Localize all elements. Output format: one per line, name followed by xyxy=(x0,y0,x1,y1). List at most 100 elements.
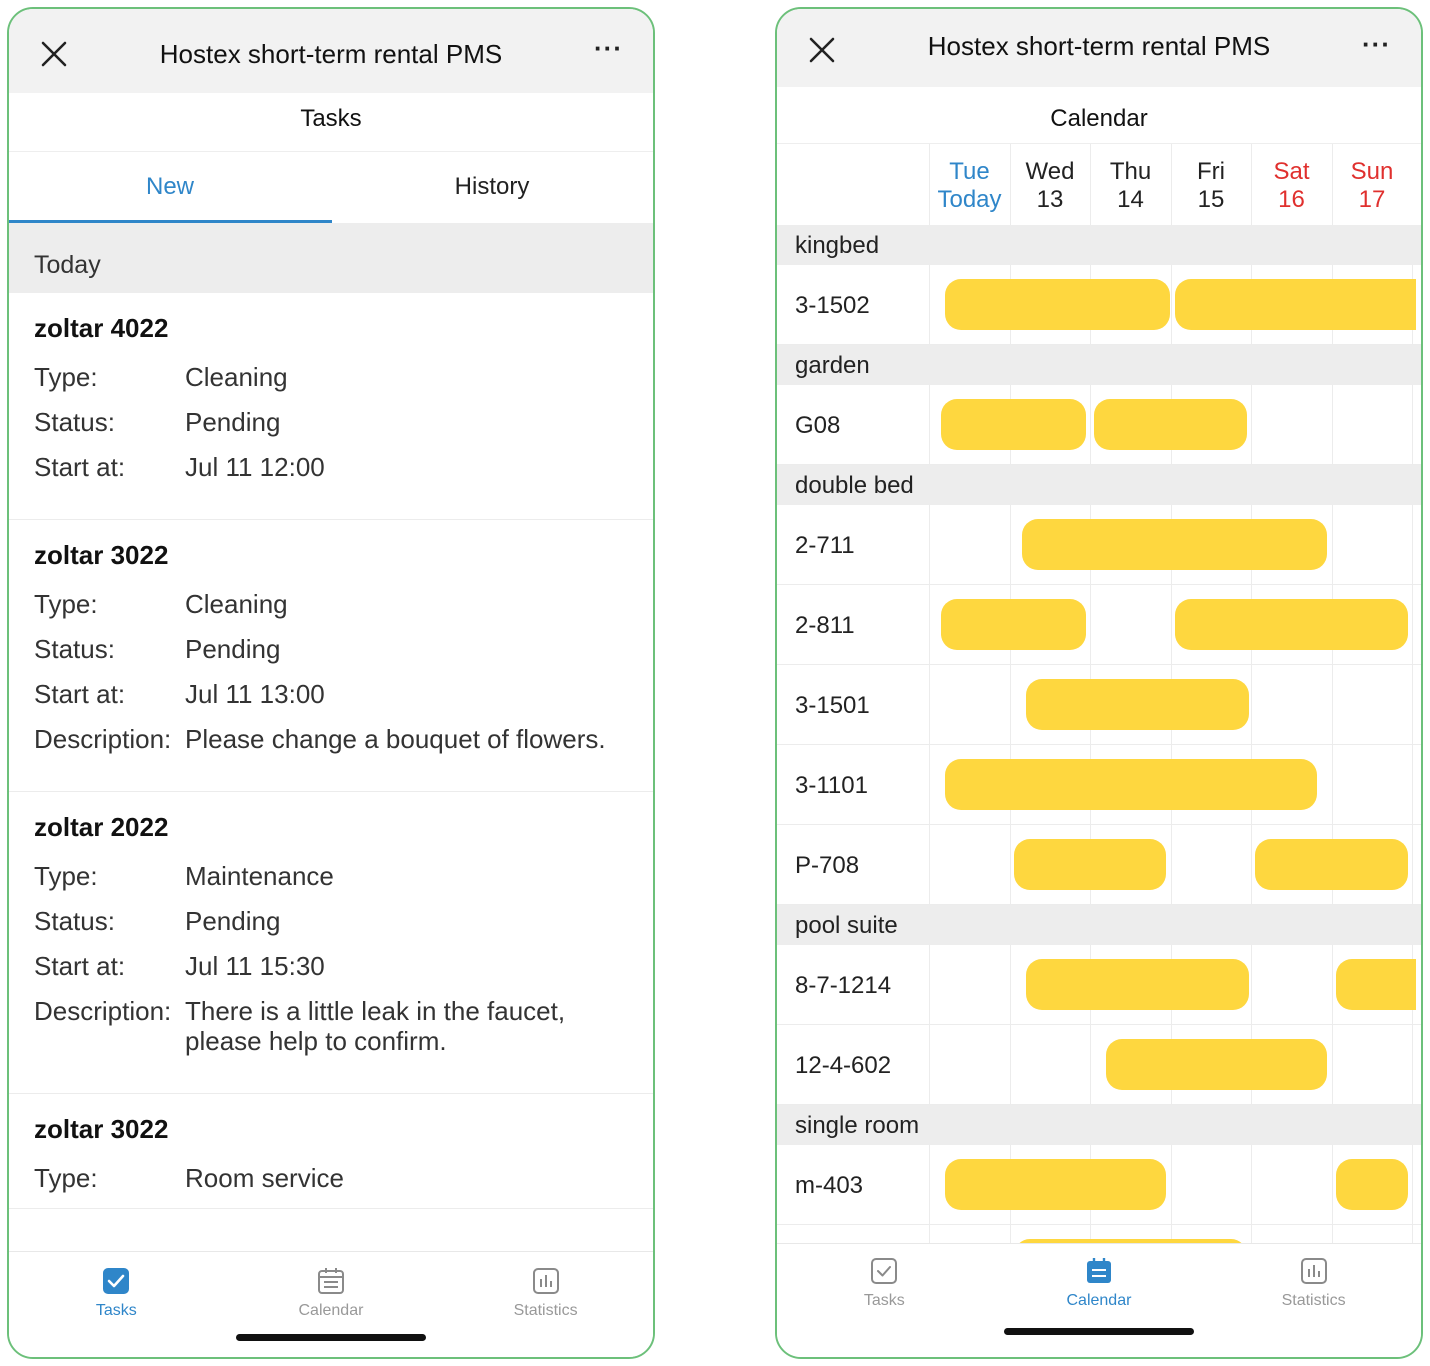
tabbar-statistics[interactable]: Statistics xyxy=(1206,1244,1421,1310)
task-description-row: Description: There is a little leak in th… xyxy=(34,996,628,1056)
day-name: Wed xyxy=(1025,158,1075,185)
day-name: Fri xyxy=(1197,158,1225,185)
calendar-screen: Hostex short-term rental PMS ··· Calenda… xyxy=(775,7,1423,1359)
booking-bar[interactable] xyxy=(941,399,1086,450)
tab-history[interactable]: History xyxy=(331,152,653,224)
task-card[interactable]: zoltar 2022 Type: Maintenance Status: Pendin… xyxy=(9,792,653,1094)
room-row: P-708 xyxy=(777,825,1421,905)
tabbar-tasks[interactable]: Tasks xyxy=(777,1244,992,1310)
task-type-row: Type: Maintenance xyxy=(34,861,628,891)
tabbar-tasks-label: Tasks xyxy=(95,1302,137,1319)
task-type-value: Maintenance xyxy=(185,861,334,891)
room-group-header: kingbed xyxy=(777,225,1421,265)
task-card[interactable]: zoltar 4022 Type: Cleaning Status: Pending St… xyxy=(9,293,653,520)
task-name: zoltar 3022 xyxy=(34,1114,169,1144)
more-icon[interactable]: ··· xyxy=(594,33,623,64)
booking-bar[interactable] xyxy=(1025,959,1249,1010)
room-name[interactable]: 3-1502 xyxy=(795,265,870,347)
task-type-label: Type: xyxy=(34,362,98,392)
calendar-day-header: Tue Today Wed 13 Thu 14 Fri 15 Sat 16 Sun 17 xyxy=(777,143,1421,226)
room-group-header: pool suite xyxy=(777,905,1421,945)
room-row: 2-711 xyxy=(777,505,1421,585)
app-title: Hostex short-term rental PMS xyxy=(927,31,1271,61)
task-start-row: Start at: Jul 11 12:00 xyxy=(34,452,628,482)
task-description-value: Please change a bouquet of flowers. xyxy=(185,724,606,754)
task-type-row: Type: Cleaning xyxy=(34,362,628,392)
room-name[interactable]: 3-1101 xyxy=(795,745,868,827)
room-group-header: single room xyxy=(777,1105,1421,1145)
room-row: 3-1502 xyxy=(777,265,1421,345)
booking-bar[interactable] xyxy=(1013,839,1167,890)
room-name[interactable]: 3-1501 xyxy=(795,665,870,747)
day-number: 16 xyxy=(1278,186,1305,213)
task-card[interactable]: zoltar 3022 Type: Room service xyxy=(9,1094,653,1209)
task-description-label: Description: xyxy=(34,724,172,754)
room-name[interactable]: P-708 xyxy=(795,825,859,907)
day-name: Sun xyxy=(1350,158,1394,185)
task-start-label: Start at: xyxy=(34,679,126,709)
booking-bar[interactable] xyxy=(945,1159,1167,1210)
task-type-label: Type: xyxy=(34,589,98,619)
room-name[interactable]: 8-7-1214 xyxy=(795,945,891,1027)
tabbar-calendar[interactable]: Calendar xyxy=(224,1252,439,1320)
task-status-row: Status: Pending xyxy=(34,407,628,437)
room-name[interactable]: 2-711 xyxy=(795,505,855,587)
booking-bar[interactable] xyxy=(1335,1159,1408,1210)
room-row: m-403 xyxy=(777,1145,1421,1225)
bottom-tab-bar: Tasks Calendar Statistics xyxy=(777,1243,1421,1357)
tabbar-tasks[interactable]: Tasks xyxy=(9,1252,224,1320)
day-name: Thu xyxy=(1109,158,1152,185)
tabbar-calendar[interactable]: Calendar xyxy=(992,1244,1207,1310)
task-type-row: Type: Cleaning xyxy=(34,589,628,619)
task-type-value: Room service xyxy=(185,1163,344,1193)
tabbar-statistics[interactable]: Statistics xyxy=(438,1252,653,1320)
room-name[interactable]: m-403 xyxy=(795,1145,863,1227)
booking-bar[interactable] xyxy=(1335,959,1417,1010)
task-status-label: Status: xyxy=(34,906,115,936)
room-group-header: double bed xyxy=(777,465,1421,505)
booking-bar[interactable] xyxy=(1025,679,1249,730)
booking-bar[interactable] xyxy=(1094,399,1247,450)
booking-bar[interactable] xyxy=(945,759,1317,810)
room-name[interactable]: G08 xyxy=(795,385,840,467)
task-list: zoltar 4022 Type: Cleaning Status: Pending St… xyxy=(9,293,653,1253)
day-number: 14 xyxy=(1117,186,1144,213)
room-row: 12-4-602 xyxy=(777,1025,1421,1105)
title-bar: Hostex short-term rental PMS ··· xyxy=(9,9,653,93)
task-status-label: Status: xyxy=(34,634,115,664)
tabbar-calendar-label: Calendar xyxy=(1066,1292,1132,1309)
task-status-row: Status: Pending xyxy=(34,906,628,936)
task-start-value: Jul 11 13:00 xyxy=(185,679,325,709)
task-type-value: Cleaning xyxy=(185,362,288,392)
day-header-sun: Sun 17 xyxy=(1331,144,1412,226)
task-description-row: Description: Please change a bouquet of f… xyxy=(34,724,628,754)
room-row: 2-811 xyxy=(777,585,1421,665)
tabbar-statistics-label: Statistics xyxy=(513,1302,578,1319)
task-card[interactable]: zoltar 3022 Type: Cleaning Status: Pending St… xyxy=(9,520,653,792)
tab-new[interactable]: New xyxy=(9,152,331,224)
room-row: 3-1101 xyxy=(777,745,1421,825)
day-header-tue: Tue Today xyxy=(929,144,1009,226)
room-row: 8-7-1214 xyxy=(777,945,1421,1025)
calendar-icon xyxy=(1086,1258,1111,1283)
section-header-today: Today xyxy=(9,223,653,293)
room-name[interactable]: 2-811 xyxy=(795,585,855,667)
day-number: 17 xyxy=(1358,186,1386,213)
booking-bar[interactable] xyxy=(945,279,1171,330)
booking-bar[interactable] xyxy=(1255,839,1408,890)
app-title: Hostex short-term rental PMS xyxy=(159,39,503,69)
booking-bar[interactable] xyxy=(1174,599,1408,650)
booking-bar[interactable] xyxy=(1174,279,1417,330)
task-name: zoltar 3022 xyxy=(34,540,169,570)
bottom-tab-bar: Tasks Calendar Statistics xyxy=(9,1251,653,1357)
task-start-row: Start at: Jul 11 13:00 xyxy=(34,679,628,709)
booking-bar[interactable] xyxy=(941,599,1086,650)
tabbar-tasks-label: Tasks xyxy=(863,1292,905,1309)
day-header-fri: Fri 15 xyxy=(1170,144,1251,226)
room-name[interactable]: 12-4-602 xyxy=(795,1025,891,1107)
task-status-value: Pending xyxy=(185,634,281,664)
booking-bar[interactable] xyxy=(1021,519,1328,570)
task-description-label: Description: xyxy=(34,996,172,1026)
more-icon[interactable]: ··· xyxy=(1362,29,1391,60)
booking-bar[interactable] xyxy=(1106,1039,1328,1090)
